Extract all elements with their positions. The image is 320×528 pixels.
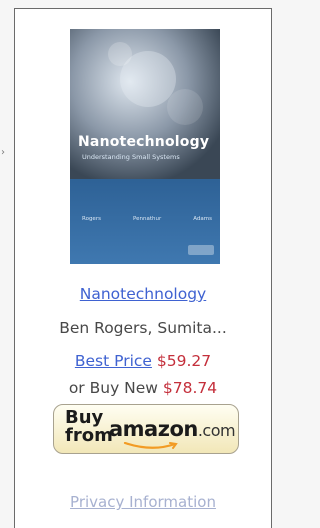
cover-author: Adams — [193, 216, 212, 222]
product-authors: Ben Rogers, Sumita... — [59, 319, 227, 337]
privacy-information-link[interactable]: Privacy Information — [15, 493, 271, 511]
book-cover[interactable]: Nanotechnology Understanding Small Syste… — [70, 29, 220, 264]
amazon-smile-icon — [123, 442, 178, 449]
product-title-link[interactable]: Nanotechnology — [15, 285, 271, 303]
from-label: from — [65, 425, 113, 446]
right-gutter — [272, 0, 296, 520]
cover-authors: Rogers Pennathur Adams — [82, 216, 212, 222]
best-price-row: Best Price $59.27 — [15, 352, 271, 370]
buy-label: Buy — [65, 407, 104, 428]
cover-author: Pennathur — [132, 216, 162, 222]
amazon-logo: amazon.com — [109, 417, 236, 441]
amazon-product-widget: Nanotechnology Understanding Small Syste… — [14, 8, 272, 528]
left-gutter: › — [0, 0, 14, 520]
buy-new-label: or Buy New — [68, 379, 158, 397]
cover-title: Nanotechnology — [78, 134, 210, 150]
buy-new-price: $78.74 — [162, 379, 218, 397]
buy-new-row: or Buy New $78.74 — [15, 379, 271, 397]
best-price-link[interactable]: Best Price — [75, 352, 152, 370]
cover-author: Rogers — [82, 216, 101, 222]
best-price-value: $59.27 — [156, 352, 212, 370]
chevron-right-icon[interactable]: › — [1, 148, 5, 158]
publisher-logo — [188, 245, 214, 255]
buy-from-amazon-button[interactable]: Buy from amazon.com — [53, 404, 239, 454]
amazon-brand-text: amazon — [109, 417, 198, 441]
cover-subtitle: Understanding Small Systems — [82, 153, 180, 161]
amazon-domain-text: .com — [197, 421, 236, 440]
